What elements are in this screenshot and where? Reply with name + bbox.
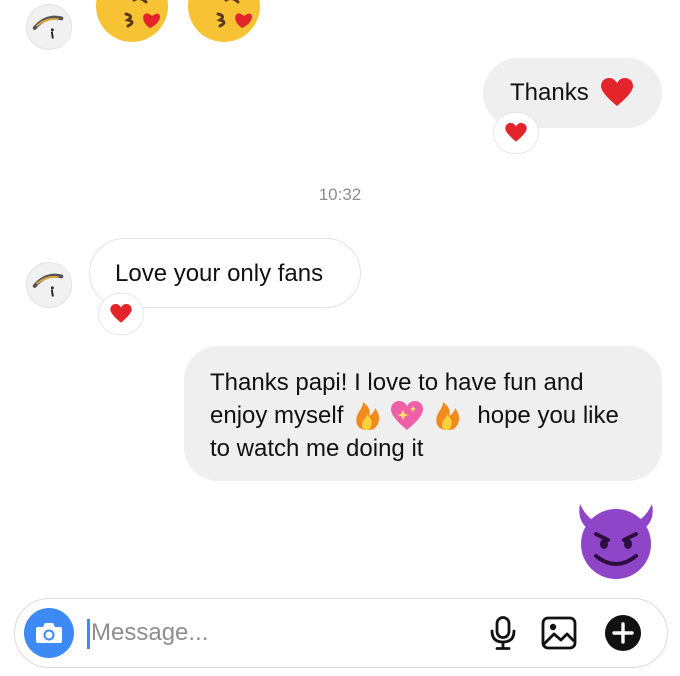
plus-circle-icon bbox=[605, 615, 641, 651]
red-heart-icon bbox=[601, 78, 633, 106]
sparkling-heart-icon bbox=[391, 400, 424, 430]
message-text: hope you like bbox=[477, 402, 619, 429]
text-cursor bbox=[87, 619, 90, 649]
smiling-devil-icon bbox=[579, 504, 653, 579]
gallery-button[interactable] bbox=[539, 613, 579, 653]
message-text: enjoy myself bbox=[210, 402, 344, 429]
message-line: to watch me doing it bbox=[210, 435, 424, 462]
camera-button[interactable] bbox=[24, 608, 74, 658]
gallery-icon bbox=[541, 616, 577, 650]
message-input[interactable] bbox=[91, 616, 451, 650]
kiss-emoji-message bbox=[92, 0, 272, 51]
red-heart-icon bbox=[505, 123, 527, 142]
microphone-button[interactable] bbox=[483, 613, 523, 653]
sender-avatar[interactable] bbox=[26, 4, 72, 50]
message-composer bbox=[14, 598, 668, 668]
red-heart-icon bbox=[110, 304, 132, 323]
skydiver-avatar-icon bbox=[27, 5, 71, 49]
fire-icon bbox=[436, 401, 460, 430]
reaction-badge[interactable] bbox=[98, 293, 144, 335]
kissing-face-with-heart-icon bbox=[96, 0, 260, 42]
timestamp: 10:32 bbox=[318, 185, 362, 204]
fire-icon bbox=[356, 401, 380, 430]
skydiver-avatar-icon bbox=[27, 263, 71, 307]
reaction-badge[interactable] bbox=[493, 112, 539, 154]
message-bubble-long[interactable]: Thanks papi! I love to have fun and enjo… bbox=[184, 346, 662, 481]
message-text: Thanks bbox=[510, 79, 589, 106]
message-line: enjoy myself hope you like bbox=[210, 399, 662, 432]
sender-avatar[interactable] bbox=[26, 262, 72, 308]
microphone-icon bbox=[490, 616, 516, 650]
message-text: Love your only fans bbox=[115, 260, 324, 287]
devil-emoji-message bbox=[574, 500, 658, 585]
message-line: Thanks papi! I love to have fun and bbox=[210, 369, 584, 396]
add-button[interactable] bbox=[603, 613, 643, 653]
emoji-sequence bbox=[356, 400, 460, 430]
camera-icon bbox=[36, 623, 62, 643]
